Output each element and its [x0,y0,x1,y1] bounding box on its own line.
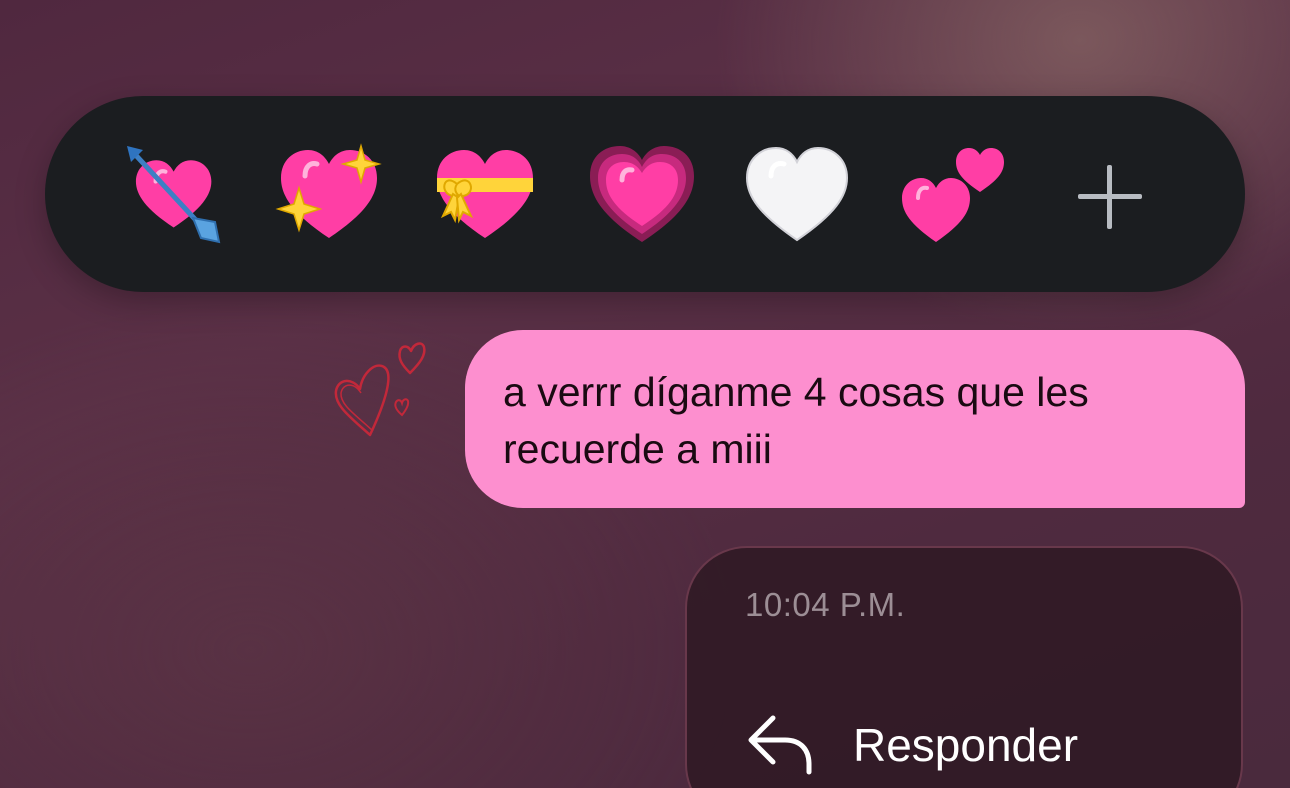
two-hearts-icon [902,148,1004,242]
message-timestamp: 10:04 P.M. [745,586,906,623]
growing-heart-icon [590,146,694,242]
heart-with-arrow-reaction[interactable] [123,142,227,246]
heart-with-arrow-icon [127,146,221,244]
plus-icon[interactable] [1075,162,1145,232]
white-heart-reaction[interactable] [745,142,849,246]
message-text: a verrr díganme 4 cosas que les recuerde… [503,369,1089,472]
sparkling-heart-icon [275,143,382,238]
reaction-bar [45,96,1245,292]
reply-arrow-icon [748,715,812,775]
message-context-menu: 10:04 P.M. Responder [685,546,1243,788]
sparkling-heart-reaction[interactable] [275,142,382,246]
message-bubble[interactable]: a verrr díganme 4 cosas que les recuerde… [465,330,1245,508]
two-hearts-reaction[interactable] [900,142,1004,246]
heart-with-ribbon-icon [437,150,533,238]
reply-label: Responder [853,719,1079,771]
white-heart-icon [745,146,849,242]
growing-heart-reaction[interactable] [590,142,694,246]
heart-with-ribbon-reaction[interactable] [433,142,537,246]
reply-menu-item[interactable]: Responder [745,708,1185,788]
doodle-hearts-icon [334,342,426,437]
